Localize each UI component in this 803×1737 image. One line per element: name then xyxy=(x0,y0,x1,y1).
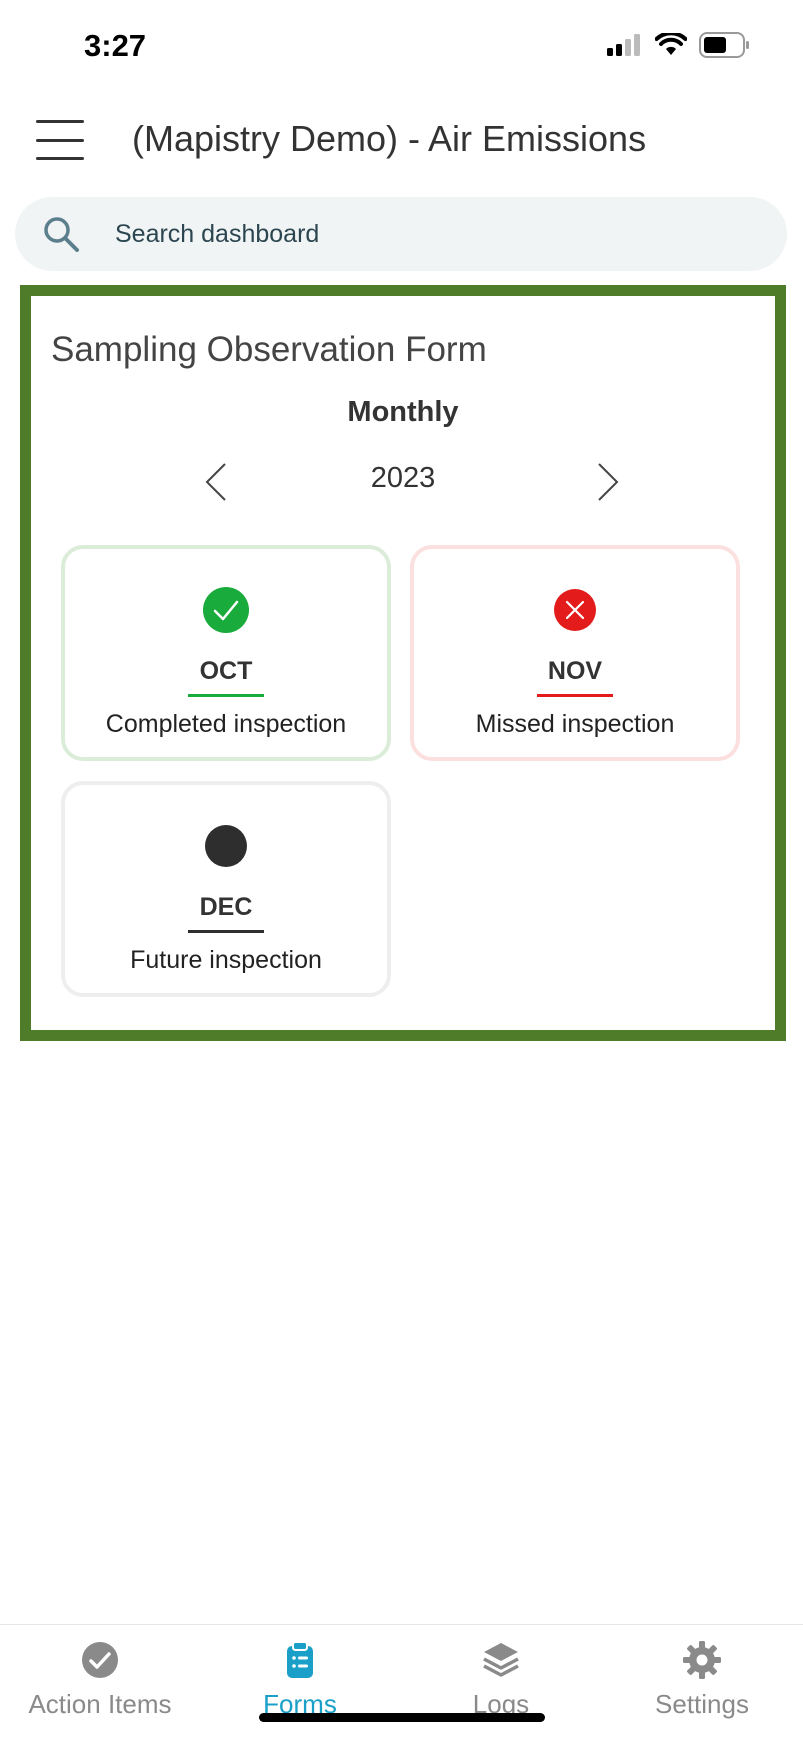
layers-icon xyxy=(483,1643,519,1677)
tile-month-label: OCT xyxy=(199,657,253,685)
year-navigator: 2023 xyxy=(31,456,775,506)
menu-line-icon xyxy=(36,120,84,123)
menu-line-icon xyxy=(36,138,84,142)
check-circle-icon xyxy=(203,587,249,633)
chevron-right-icon[interactable] xyxy=(587,460,627,504)
home-indicator xyxy=(259,1713,545,1722)
filled-circle-icon xyxy=(205,825,247,867)
tile-underline xyxy=(188,694,264,697)
tile-status-label: Future inspection xyxy=(130,946,322,974)
wifi-icon xyxy=(655,33,687,55)
cellular-signal-icon xyxy=(607,34,640,56)
search-icon xyxy=(44,217,79,252)
tile-status-label: Completed inspection xyxy=(105,710,347,738)
status-time: 3:27 xyxy=(84,28,147,63)
month-tile-nov[interactable]: NOV Missed inspection xyxy=(410,545,740,761)
clipboard-icon xyxy=(287,1641,313,1678)
page-title: (Mapistry Demo) - Air Emissions xyxy=(132,118,647,159)
tile-month-label: DEC xyxy=(199,893,253,921)
tile-month-label: NOV xyxy=(547,657,603,685)
tile-status-label: Missed inspection xyxy=(475,710,675,738)
tile-underline xyxy=(188,930,264,933)
hamburger-menu-button[interactable] xyxy=(36,120,84,160)
status-icons xyxy=(607,32,751,58)
month-tile-oct[interactable]: OCT Completed inspection xyxy=(61,545,391,761)
dashboard-widget-card: Sampling Observation Form Monthly 2023 O… xyxy=(20,285,786,1041)
period-label: Monthly xyxy=(347,396,459,428)
check-circle-icon xyxy=(82,1642,118,1678)
tab-label: Action Items xyxy=(28,1689,172,1719)
search-input[interactable] xyxy=(115,219,715,249)
month-tile-dec[interactable]: DEC Future inspection xyxy=(61,781,391,997)
widget-title: Sampling Observation Form xyxy=(51,330,487,369)
tab-label: Settings xyxy=(655,1689,749,1719)
tab-action-items[interactable]: Action Items xyxy=(0,1625,200,1737)
tab-settings[interactable]: Settings xyxy=(602,1625,802,1737)
menu-line-icon xyxy=(36,157,84,160)
year-value: 2023 xyxy=(370,462,436,494)
tile-underline xyxy=(537,694,613,697)
gear-icon xyxy=(683,1641,721,1679)
x-circle-icon xyxy=(554,589,596,631)
screen: 3:27 (Mapistry Demo) - Air Emissions Sea… xyxy=(0,0,803,1737)
search-bar[interactable] xyxy=(15,197,787,271)
battery-icon xyxy=(699,32,749,58)
